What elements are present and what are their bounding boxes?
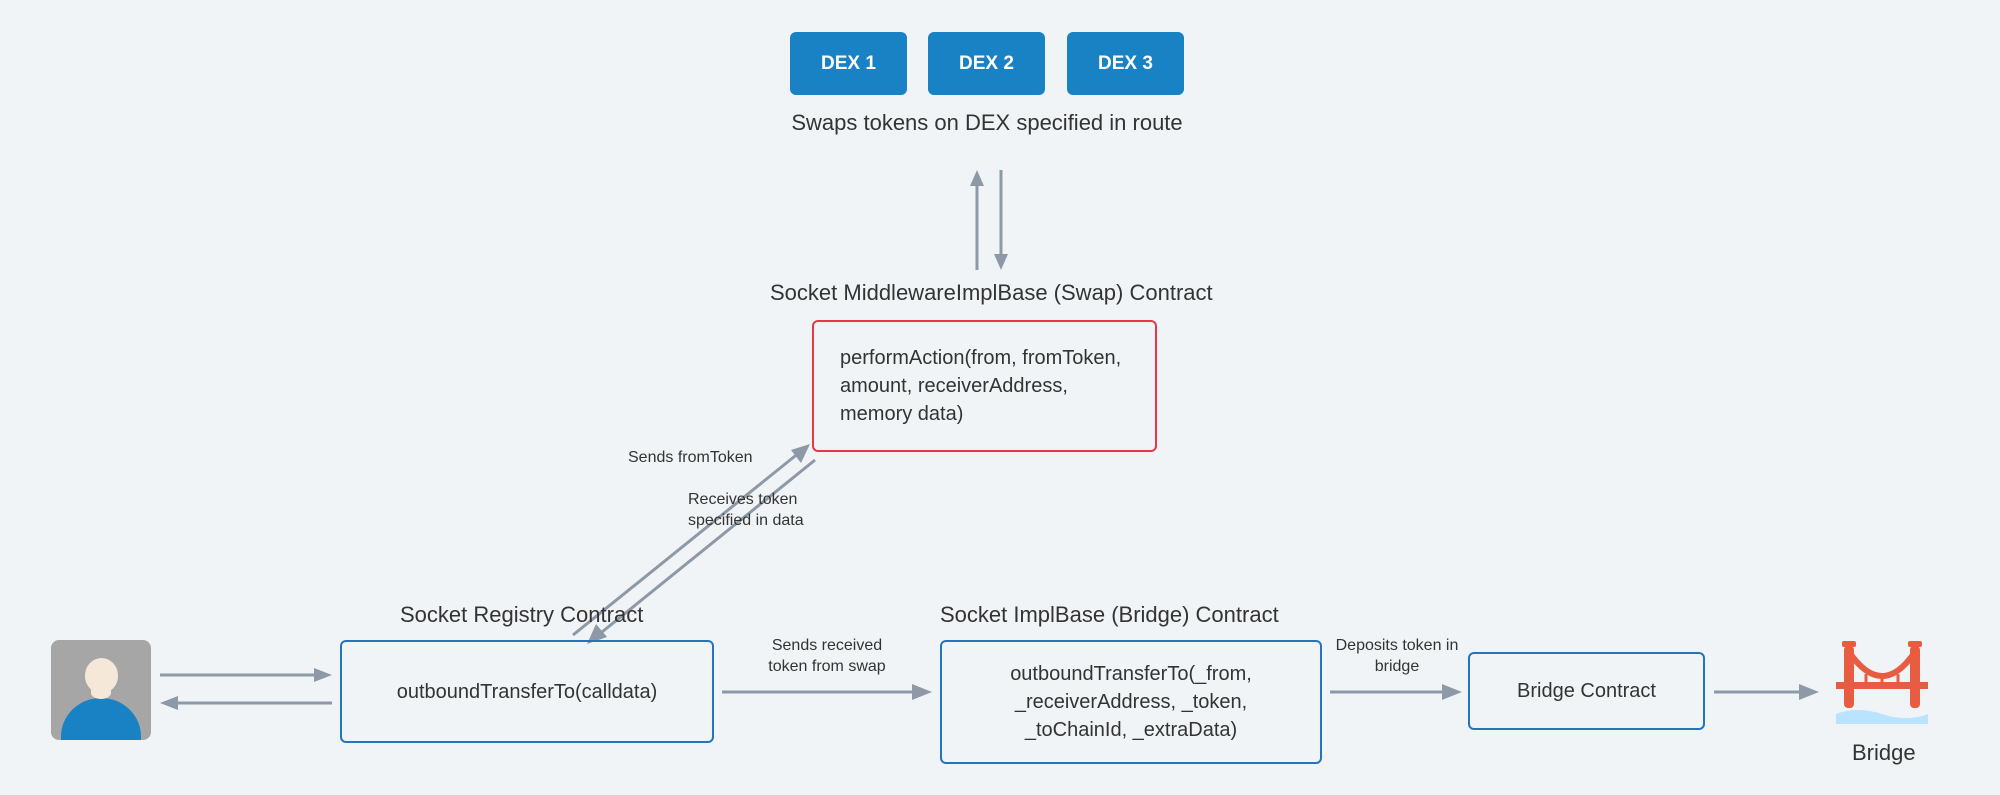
bridge-contract-content: Bridge Contract	[1517, 677, 1656, 705]
registry-title: Socket Registry Contract	[400, 602, 643, 628]
implbase-box: outboundTransferTo(_from, _receiverAddre…	[940, 640, 1322, 764]
dex-2-label: DEX 2	[959, 53, 1014, 75]
arrow-implbase-bridge	[1330, 680, 1462, 704]
implbase-title: Socket ImplBase (Bridge) Contract	[940, 602, 1279, 628]
bridge-icon	[1832, 628, 1932, 728]
middleware-box: performAction(from, fromToken, amount, r…	[812, 320, 1157, 452]
dex-1-box: DEX 1	[790, 32, 907, 95]
arrow-dex-middleware	[965, 170, 1025, 270]
user-icon	[51, 640, 151, 740]
sends-from-label: Sends fromToken	[628, 448, 753, 469]
arrow-user-registry	[160, 665, 332, 715]
arrow-registry-implbase	[722, 680, 932, 704]
receives-token-label: Receives token specified in data	[688, 490, 828, 532]
middleware-title: Socket MiddlewareImplBase (Swap) Contrac…	[770, 280, 1213, 306]
bridge-caption: Bridge	[1852, 738, 1916, 768]
dex-3-box: DEX 3	[1067, 32, 1184, 95]
arrow-bridgecontract-bridge	[1714, 680, 1819, 704]
registry-content: outboundTransferTo(calldata)	[397, 678, 658, 706]
dex-1-label: DEX 1	[821, 53, 876, 75]
implbase-content: outboundTransferTo(_from, _receiverAddre…	[964, 660, 1298, 744]
dex-3-label: DEX 3	[1098, 53, 1153, 75]
bridge-contract-box: Bridge Contract	[1468, 652, 1705, 730]
dex-2-box: DEX 2	[928, 32, 1045, 95]
registry-box: outboundTransferTo(calldata)	[340, 640, 714, 743]
deposits-label: Deposits token in bridge	[1332, 636, 1462, 678]
swaps-caption: Swaps tokens on DEX specified in route	[790, 108, 1184, 138]
sends-received-label: Sends received token from swap	[752, 636, 902, 678]
middleware-content: performAction(from, fromToken, amount, r…	[840, 344, 1129, 428]
